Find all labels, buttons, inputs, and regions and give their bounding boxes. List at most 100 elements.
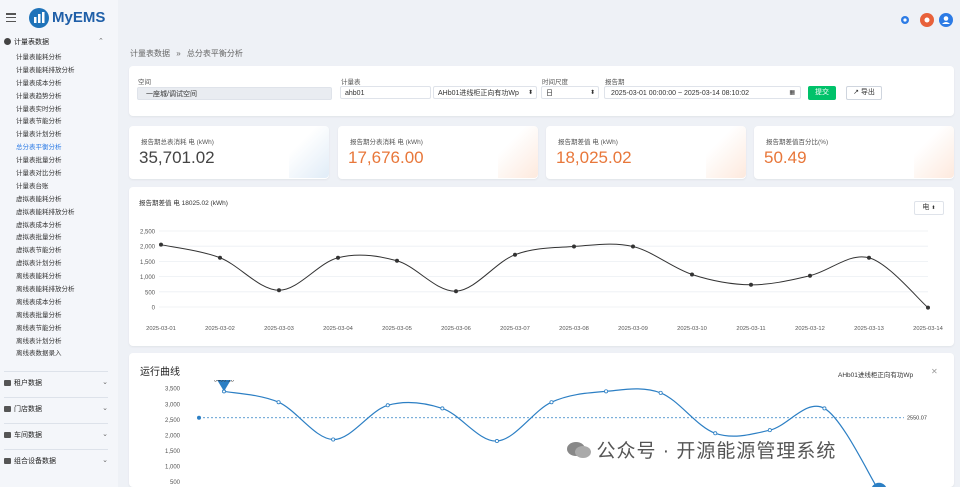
sidebar-item[interactable]: 计量表实时分析 — [16, 104, 75, 117]
sidebar-item[interactable]: 虚拟表计划分析 — [16, 258, 75, 271]
data-point[interactable] — [395, 258, 399, 263]
brand-name: MyEMS — [52, 9, 106, 26]
export-button[interactable]: ↗ 导出 — [846, 86, 882, 100]
space-field[interactable]: 一座城/调试空间 — [137, 87, 332, 100]
data-point[interactable] — [549, 400, 554, 405]
stat-card: 报告期差值 电 (kWh) 18,025.02 — [546, 126, 746, 179]
point-select-value: AHb01进线柜正向有功Wp — [438, 90, 519, 97]
watermark: 公众号 · 开源能源管理系统 — [566, 436, 836, 463]
nav-group-meter[interactable]: 计量表数据 ⌃ — [4, 37, 104, 47]
data-point[interactable] — [159, 242, 163, 247]
data-point[interactable] — [690, 272, 694, 277]
sidebar-section[interactable]: 租户数据 ⌄ — [4, 378, 108, 388]
data-point[interactable] — [658, 390, 663, 395]
sidebar-item[interactable]: 虚拟表批量分析 — [16, 232, 75, 245]
close-icon[interactable]: ✕ — [931, 367, 938, 376]
data-point[interactable] — [494, 439, 499, 444]
data-point[interactable] — [454, 289, 458, 294]
sidebar-section[interactable]: 车间数据 ⌄ — [4, 430, 108, 440]
data-point[interactable] — [822, 406, 827, 411]
x-tick-label: 2025-03-10 — [677, 326, 707, 332]
y-tick-label: 1,000 — [140, 275, 156, 281]
menu-toggle-icon[interactable] — [6, 13, 16, 23]
period-label: 时间尺度 — [542, 79, 568, 86]
difference-chart-title: 报告期差值 电 18025.02 (kWh) — [139, 200, 228, 207]
submit-button[interactable]: 提交 — [808, 86, 836, 100]
sidebar-item[interactable]: 计量表节能分析 — [16, 116, 75, 129]
sidebar-item[interactable]: 计量表批量分析 — [16, 155, 75, 168]
stat-card-decoration — [289, 126, 329, 178]
sidebar-item[interactable]: 离线表节能分析 — [16, 323, 75, 336]
meter-search-input[interactable]: ahb01 — [340, 86, 431, 99]
stat-value: 50.49 — [764, 148, 807, 167]
max-marker-label: 3400.18 — [214, 380, 234, 383]
data-point[interactable] — [218, 255, 222, 260]
sidebar-item[interactable]: 离线表成本分析 — [16, 297, 75, 310]
sidebar-item[interactable]: 计量表能耗分析 — [16, 52, 75, 65]
data-point[interactable] — [749, 282, 753, 287]
operating-line-chart: 3,500 3,000 2,500 2,000 1,500 1,000 500 2550.07… — [165, 380, 927, 487]
sidebar-item[interactable]: 计量表成本分析 — [16, 78, 75, 91]
x-tick-label: 2025-03-03 — [264, 326, 294, 332]
sidebar-section[interactable]: 组合设备数据 ⌄ — [4, 456, 108, 466]
y-tick-label: 2,500 — [165, 418, 181, 424]
data-point[interactable] — [604, 389, 609, 394]
sidebar-item[interactable]: 总分表平衡分析 — [16, 142, 75, 155]
data-point[interactable] — [926, 305, 930, 310]
stat-value: 17,676.00 — [348, 148, 424, 167]
pie-chart-icon — [4, 38, 11, 45]
y-tick-label: 1,500 — [140, 260, 156, 266]
sidebar-item[interactable]: 虚拟表节能分析 — [16, 245, 75, 258]
stat-card: 报告期总表消耗 电 (kWh) 35,701.02 — [129, 126, 329, 179]
data-point[interactable] — [867, 255, 871, 260]
energy-category-select[interactable]: 电 ⬍ — [914, 201, 944, 215]
notification-icon[interactable] — [920, 13, 934, 27]
sidebar-item[interactable]: 计量表趋势分析 — [16, 91, 75, 104]
x-tick-label: 2025-03-05 — [382, 326, 412, 332]
sidebar-item[interactable]: 离线表批量分析 — [16, 310, 75, 323]
sidebar-item[interactable]: 离线表能耗排放分析 — [16, 284, 75, 297]
period-select[interactable]: 日 ⬍ — [541, 86, 599, 99]
sidebar-item[interactable]: 离线表数据录入 — [16, 348, 75, 361]
report-period-input[interactable]: 2025-03-01 00:00:00 ~ 2025-03-14 08:10:0… — [604, 86, 801, 99]
sidebar: MyEMS 计量表数据 ⌃ 计量表能耗分析 计量表能耗排放分析 计量表成本分析 计量表… — [0, 0, 118, 487]
sidebar-item[interactable]: 计量表能耗排放分析 — [16, 65, 75, 78]
data-point[interactable] — [331, 437, 336, 442]
breadcrumb-separator: » — [176, 49, 181, 58]
breadcrumb-parent[interactable]: 计量表数据 — [130, 49, 170, 58]
sidebar-item[interactable]: 离线表能耗分析 — [16, 271, 75, 284]
data-point[interactable] — [631, 244, 635, 249]
data-point[interactable] — [767, 428, 772, 433]
data-point[interactable] — [572, 244, 576, 249]
sidebar-item[interactable]: 虚拟表能耗分析 — [16, 194, 75, 207]
sidebar-item[interactable]: 计量表计划分析 — [16, 129, 75, 142]
data-point[interactable] — [713, 431, 718, 436]
chevron-down-icon: ⌄ — [102, 379, 108, 386]
sidebar-item[interactable]: 计量表台账 — [16, 181, 75, 194]
section-icon — [4, 432, 11, 439]
sidebar-item[interactable]: 离线表计划分析 — [16, 336, 75, 349]
sidebar-item[interactable]: 虚拟表成本分析 — [16, 220, 75, 233]
settings-icon[interactable] — [901, 16, 909, 24]
point-select[interactable]: AHb01进线柜正向有功Wp ⬍ — [433, 86, 537, 99]
y-tick-label: 1,000 — [165, 464, 181, 470]
chevron-down-icon: ⌄ — [102, 431, 108, 438]
stat-title: 报告期总表消耗 电 (kWh) — [141, 139, 214, 146]
data-point[interactable] — [276, 400, 281, 405]
average-label: 2550.07 — [907, 416, 927, 422]
operating-curve-legend[interactable]: AHb01进线柜正向有功Wp — [838, 369, 913, 379]
select-arrow-icon: ⬍ — [589, 90, 595, 96]
y-tick-label: 2,500 — [140, 230, 156, 236]
user-avatar-icon[interactable] — [939, 13, 953, 27]
x-tick-label: 2025-03-09 — [618, 326, 648, 332]
sidebar-item[interactable]: 虚拟表能耗排放分析 — [16, 207, 75, 220]
data-point[interactable] — [277, 288, 281, 293]
data-point[interactable] — [808, 273, 812, 278]
sidebar-item[interactable]: 计量表对比分析 — [16, 168, 75, 181]
data-point[interactable] — [440, 406, 445, 411]
sidebar-section[interactable]: 门店数据 ⌄ — [4, 404, 108, 414]
data-point[interactable] — [336, 255, 340, 260]
data-point[interactable] — [385, 403, 390, 408]
meter-label: 计量表 — [341, 79, 361, 86]
data-point[interactable] — [513, 252, 517, 257]
